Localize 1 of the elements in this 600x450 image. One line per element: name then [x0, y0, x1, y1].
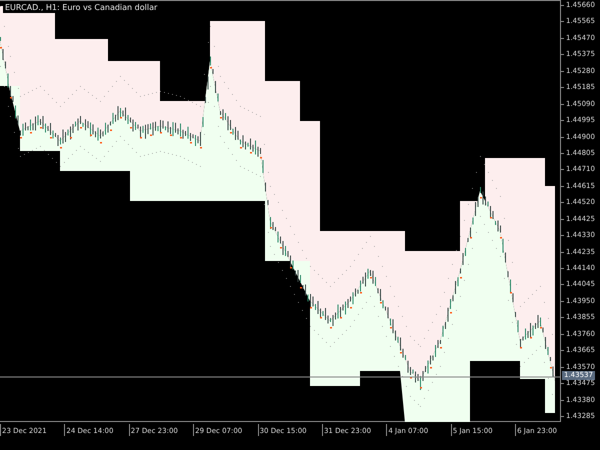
chart-title: EURCAD., H1: Euro vs Canadian dollar	[3, 3, 160, 13]
